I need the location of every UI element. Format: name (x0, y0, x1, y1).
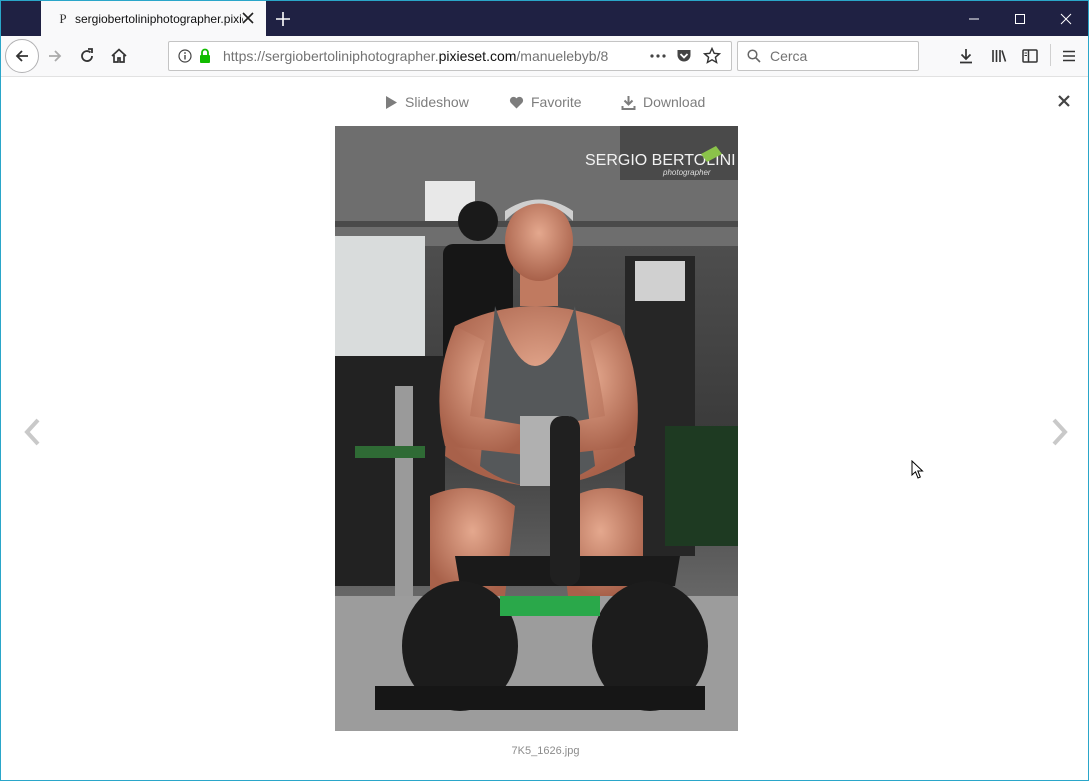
maximize-icon (1015, 13, 1025, 24)
address-bar[interactable]: https://sergiobertolinipho­tographer.pix… (168, 41, 732, 71)
forward-icon (49, 50, 62, 62)
photo-image: SERGIO BERTOLINI photographer (335, 126, 738, 731)
minimize-button[interactable] (951, 1, 997, 36)
url-text[interactable]: https://sergiobertolinipho­tographer.pix… (223, 48, 608, 64)
new-tab-icon[interactable] (273, 9, 293, 29)
heart-icon (509, 96, 524, 108)
download-button[interactable]: Download (621, 92, 705, 112)
forward-button[interactable] (45, 46, 65, 66)
pocket-icon[interactable] (676, 48, 692, 64)
url-path: /manuelebyb/8... (516, 48, 608, 64)
url-domain: pixieset.com (438, 48, 517, 64)
gallery-photo: SERGIO BERTOLINI photographer (335, 126, 738, 731)
search-placeholder: Cerca (770, 48, 808, 64)
lock-icon[interactable] (198, 48, 212, 64)
site-favicon-icon: P (59, 10, 67, 26)
home-button[interactable] (109, 46, 129, 66)
back-icon (15, 50, 28, 62)
tab-title: sergiobertolinipho­tographer.pixieset.co… (75, 11, 243, 26)
photo-filename: 7K5_1626.jpg (511, 745, 580, 757)
mouse-cursor-icon (911, 460, 924, 479)
downloads-icon (960, 49, 972, 64)
previous-photo-icon[interactable] (21, 417, 45, 447)
close-window-icon (1060, 13, 1072, 24)
download-icon (621, 95, 636, 110)
navigation-toolbar: https://sergiobertolinipho­tographer.pix… (1, 36, 1088, 77)
next-photo-icon[interactable] (1047, 417, 1071, 447)
bookmark-star-icon[interactable] (703, 47, 721, 65)
slideshow-label: Slideshow (405, 94, 469, 110)
close-lightbox-icon[interactable] (1056, 93, 1072, 109)
favorite-button[interactable]: Favorite (509, 92, 582, 112)
info-icon[interactable] (178, 49, 192, 63)
sidebar-icon (1022, 49, 1038, 63)
close-window-button[interactable] (1043, 1, 1088, 36)
search-icon (747, 49, 761, 63)
reload-button[interactable] (77, 46, 97, 66)
browser-window: P sergiobertolinipho­tographer.pixieset.… (0, 0, 1089, 781)
library-button[interactable] (989, 46, 1009, 66)
play-icon (386, 95, 397, 109)
url-prefix: https://sergiobertolinipho­tographer. (223, 48, 439, 64)
menu-button[interactable] (1059, 46, 1079, 66)
library-icon (992, 50, 1007, 62)
watermark-subtext: photographer (662, 168, 711, 177)
sidebar-button[interactable] (1020, 46, 1040, 66)
tab-strip: P sergiobertolinipho­tographer.pixieset.… (1, 1, 1088, 36)
tab-close-icon[interactable] (240, 10, 256, 26)
favorite-label: Favorite (531, 94, 582, 110)
search-bar[interactable]: Cerca (737, 41, 919, 71)
menu-icon (1063, 50, 1075, 62)
active-tab[interactable]: P sergiobertolinipho­tographer.pixieset.… (41, 1, 266, 36)
download-label: Download (643, 94, 706, 110)
maximize-button[interactable] (997, 1, 1043, 36)
back-button[interactable] (5, 39, 39, 73)
toolbar-divider (1050, 44, 1051, 66)
photo-lightbox: Slideshow Favorite Download SERGIO BERTO… (1, 77, 1088, 780)
slideshow-button[interactable]: Slideshow (385, 92, 469, 112)
home-icon (111, 48, 127, 63)
reload-icon (81, 48, 93, 62)
minimize-icon (969, 18, 979, 19)
page-actions-icon[interactable] (649, 50, 667, 62)
downloads-button[interactable] (956, 46, 976, 66)
